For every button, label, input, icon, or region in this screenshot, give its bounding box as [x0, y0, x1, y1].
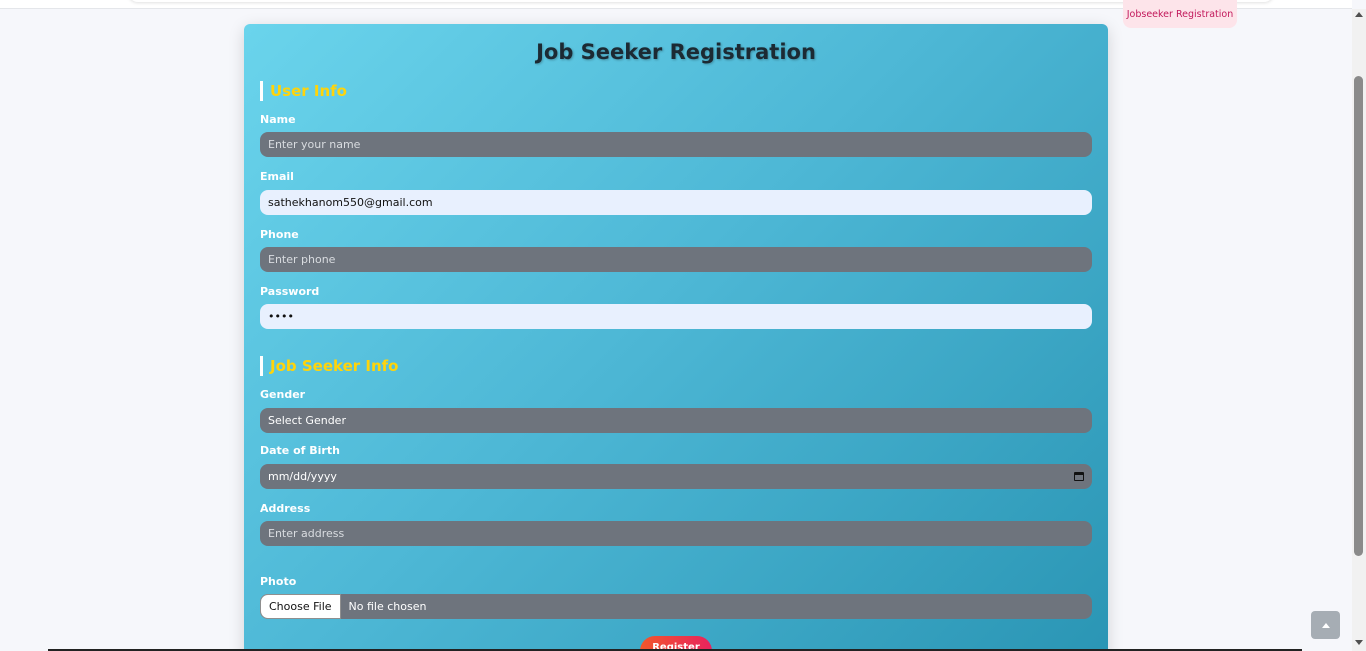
phone-label: Phone [260, 228, 299, 241]
section-heading-user-info: User Info [260, 81, 347, 101]
photo-file-input[interactable]: Choose File No file chosen [260, 594, 1092, 619]
chevron-up-icon [1321, 622, 1330, 628]
registration-card: Job Seeker Registration User Info Name E… [244, 24, 1108, 651]
page-scrollbar[interactable] [1352, 9, 1366, 651]
breadcrumb[interactable]: Jobseeker Registration [1123, 0, 1237, 28]
name-input[interactable]: Enter your name [260, 132, 1092, 157]
scroll-down-arrow-icon[interactable] [1355, 640, 1363, 645]
dob-label: Date of Birth [260, 444, 340, 457]
password-input[interactable]: •••• [260, 304, 1092, 329]
choose-file-button[interactable]: Choose File [260, 594, 341, 619]
photo-label: Photo [260, 575, 297, 588]
scroll-up-arrow-icon[interactable] [1355, 12, 1363, 17]
password-label: Password [260, 285, 320, 298]
address-label: Address [260, 502, 311, 515]
section-heading-job-seeker-info: Job Seeker Info [260, 356, 398, 376]
gender-select[interactable]: Select Gender [260, 408, 1092, 433]
dob-input[interactable]: mm/dd/yyyy [260, 464, 1092, 489]
file-status: No file chosen [348, 600, 427, 613]
phone-input[interactable]: Enter phone [260, 247, 1092, 272]
email-label: Email [260, 170, 294, 183]
scroll-thumb[interactable] [1354, 76, 1363, 556]
dob-placeholder: mm/dd/yyyy [268, 470, 337, 483]
calendar-icon[interactable] [1074, 472, 1084, 481]
address-input[interactable]: Enter address [260, 521, 1092, 546]
gender-label: Gender [260, 388, 306, 401]
back-to-top-button[interactable] [1311, 611, 1340, 639]
top-navbar [128, 0, 1274, 2]
email-input[interactable]: sathekhanom550@gmail.com [260, 190, 1092, 215]
page-title: Job Seeker Registration [536, 40, 816, 64]
name-label: Name [260, 113, 296, 126]
